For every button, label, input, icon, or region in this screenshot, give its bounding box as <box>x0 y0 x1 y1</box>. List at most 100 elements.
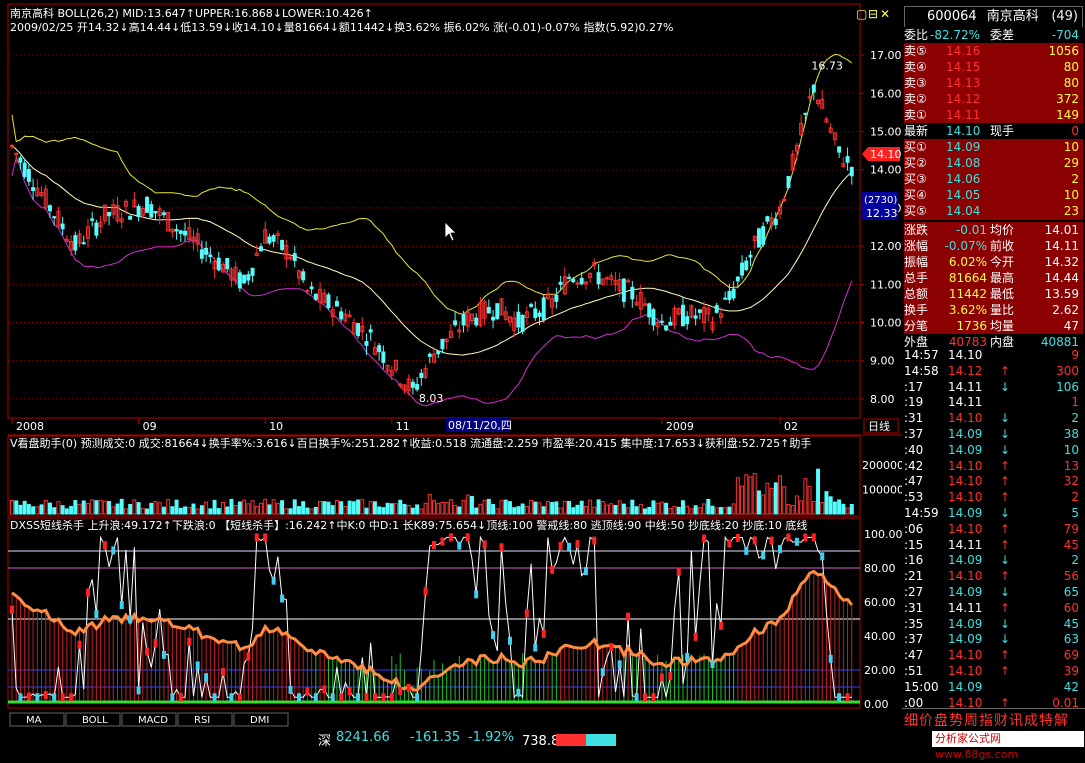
tick-volume: 1 <box>1071 395 1079 410</box>
volume-bar <box>668 507 673 515</box>
oscillator-block <box>347 687 352 696</box>
volume-bar <box>769 487 774 515</box>
volume-bar <box>204 501 209 515</box>
volume-bar <box>48 502 52 515</box>
volume-bar <box>545 500 550 515</box>
volume-bar <box>406 504 411 515</box>
tick-row: 14:57 14.10 9 <box>904 347 1083 363</box>
oscillator-block <box>271 576 276 585</box>
volume-bar <box>811 501 816 515</box>
close-icon[interactable]: ✕ <box>880 7 890 21</box>
candle-body <box>714 305 719 313</box>
oscillator-block <box>111 546 116 555</box>
volume-bar <box>415 504 420 515</box>
bottom-function-tabs[interactable]: 细价盘势周指财讯成特解 <box>902 708 1085 730</box>
volume-bar <box>377 506 382 515</box>
bid-row: 买④ 14.05 10 <box>904 187 1083 204</box>
indicator-tab-ma[interactable]: MA <box>26 715 42 726</box>
stat-value: -0.07% <box>944 239 987 253</box>
oscillator-y-tick-label: 40.00 <box>864 630 896 643</box>
ask-label: 卖③ <box>904 76 927 90</box>
candle-body <box>541 297 546 321</box>
volume-bar <box>107 501 112 515</box>
volume-bar <box>524 505 529 515</box>
volume-bar <box>727 506 732 515</box>
ask-volume: 80 <box>1063 76 1079 90</box>
candle-body <box>605 277 609 280</box>
chart-canvas[interactable]: 17.0016.0015.0014.0013.0012.0011.0010.00… <box>0 0 902 728</box>
mid-band-line <box>11 145 853 356</box>
volume-bar <box>478 503 483 515</box>
volume-bar <box>119 498 124 515</box>
oscillator-block <box>533 643 538 652</box>
volume-bar <box>731 503 736 515</box>
ask-row: 卖③ 14.13 80 <box>904 75 1083 92</box>
oscillator-block <box>195 661 200 670</box>
stat-value: 3.62% <box>948 303 987 317</box>
bid-row: 买② 14.08 29 <box>904 155 1083 172</box>
indicator-tab-dmi[interactable]: DMI <box>250 715 269 726</box>
restore-icon[interactable]: ▢ <box>856 7 867 21</box>
candle-body <box>334 300 339 307</box>
tick-arrow: ↓ <box>1000 442 1011 457</box>
volume-bar <box>136 502 141 515</box>
oscillator-block <box>702 534 707 543</box>
candle-body <box>697 309 702 313</box>
volume-bar <box>849 503 854 515</box>
candle-body <box>740 262 745 276</box>
oscillator-block <box>845 693 850 702</box>
oscillator-block <box>744 546 749 555</box>
tick-row: :47 14.10 ↑ 69 <box>904 647 1083 663</box>
oscillator-block <box>457 541 462 550</box>
candle-body <box>364 341 369 346</box>
bid-volume: 10 <box>1063 140 1079 154</box>
candle-body <box>145 196 150 213</box>
tick-row: :51 14.10 ↑ 39 <box>904 663 1083 679</box>
oscillator-block <box>567 542 572 551</box>
volume-bar <box>554 501 559 515</box>
volume-bar <box>85 502 90 515</box>
indicator-tab-rsi[interactable]: RSI <box>194 715 210 726</box>
volume-bar <box>170 506 175 515</box>
volume-bar <box>617 500 622 515</box>
volume-bar <box>659 501 664 515</box>
stat-value: 14.44 <box>1044 271 1079 285</box>
index-pct: -1.92% <box>468 730 514 745</box>
volume-bar <box>343 506 348 515</box>
candle-body <box>668 321 673 326</box>
volume-bar <box>60 505 65 515</box>
volume-bar <box>195 508 200 515</box>
candle-body <box>208 254 213 257</box>
tick-arrow: ↑ <box>1000 648 1011 663</box>
indicator-tab-boll[interactable]: BOLL <box>82 715 108 726</box>
volume-bar <box>225 506 230 515</box>
candle-body <box>748 254 753 258</box>
candle-body <box>647 303 652 318</box>
stat-label: 涨跌 <box>904 223 929 237</box>
candle-body <box>271 235 276 242</box>
volume-bar <box>237 501 242 515</box>
function-tabs-label[interactable]: 细价盘势周指财讯成特解 <box>904 710 1069 730</box>
tick-arrow: ↑ <box>1000 664 1011 678</box>
volume-bar <box>457 506 462 515</box>
volume-bar <box>613 504 618 515</box>
candle-body <box>461 314 466 326</box>
oscillator-block <box>18 693 23 702</box>
oscillator-block <box>364 693 369 702</box>
volume-bar <box>486 498 491 515</box>
volume-bar <box>533 501 538 515</box>
volume-bar <box>35 506 40 515</box>
volume-bar <box>643 508 647 515</box>
x-tick-label: 09 <box>143 420 157 433</box>
candle-body <box>723 297 728 300</box>
minimize-icon[interactable]: ⊟ <box>868 7 878 21</box>
stat-row: 总额 11442 最低 13.59 <box>904 286 1083 303</box>
candle-body <box>18 157 23 163</box>
bid-volume: 29 <box>1063 156 1079 170</box>
oscillator-block <box>440 537 445 546</box>
indicator-tab-macd[interactable]: MACD <box>138 715 168 726</box>
bid-price: 14.05 <box>946 188 981 202</box>
oscillator-y-tick-label: 80.00 <box>864 562 896 575</box>
volume-bar <box>398 499 403 515</box>
volume-bar <box>558 507 563 515</box>
